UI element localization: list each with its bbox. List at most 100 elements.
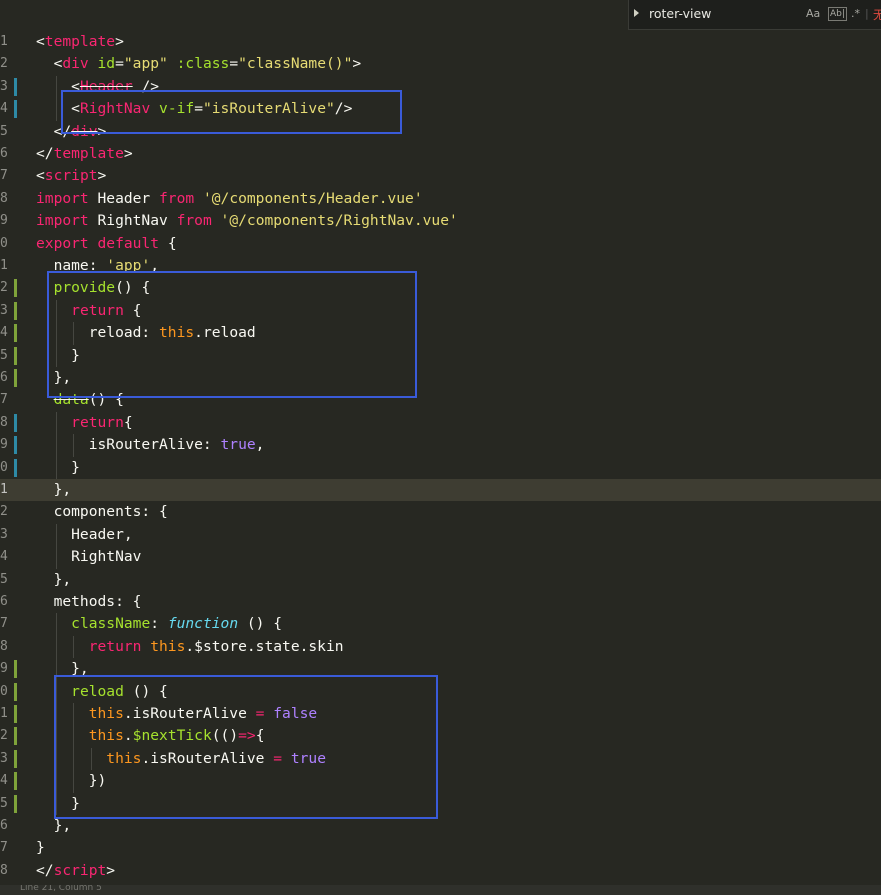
line-number: 0 — [0, 459, 8, 475]
find-separator: | — [865, 7, 869, 20]
highlight-box-reload — [54, 675, 438, 819]
code-line[interactable]: 2 <div id="app" :class="className()"> — [0, 53, 881, 75]
code-token: isRouterAlive: — [36, 436, 221, 454]
code-line[interactable]: 0 export default { — [0, 233, 881, 255]
code-text: </script> — [36, 860, 115, 882]
find-bar: roter-view Aa Ab| .* | — [628, 0, 881, 30]
code-token: import — [36, 212, 89, 230]
code-token: template — [44, 33, 116, 50]
code-line[interactable]: 0 } — [0, 456, 881, 479]
status-text: Line 21, Column 5 — [20, 885, 102, 893]
code-text: } — [36, 837, 45, 859]
line-number: 3 — [0, 750, 8, 766]
code-text: import RightNav from '@/components/Right… — [36, 210, 458, 232]
line-number: 5 — [0, 795, 8, 811]
git-change-marker — [14, 794, 17, 813]
code-editor[interactable]: 1 <template> 2 <div id="app" :class="class… — [0, 0, 881, 895]
code-line[interactable]: 7} — [0, 837, 881, 859]
code-line[interactable]: 1 <template> — [0, 31, 881, 53]
code-token: from — [159, 189, 195, 207]
code-text: components: { — [36, 501, 168, 523]
code-token: RightNav — [36, 548, 142, 566]
line-number: 9 — [0, 437, 8, 453]
line-number: 8 — [0, 638, 8, 654]
git-change-marker — [14, 77, 17, 96]
line-number: 8 — [0, 862, 8, 878]
code-token: "className()" — [238, 55, 353, 73]
whole-word-toggle[interactable]: Ab| — [828, 7, 847, 21]
git-change-marker — [14, 727, 17, 746]
code-token: components: { — [36, 503, 168, 521]
code-line[interactable]: 9 isRouterAlive: true, — [0, 434, 881, 457]
case-sensitive-toggle[interactable]: Aa — [806, 6, 820, 22]
line-number: 8 — [0, 190, 8, 206]
line-number: 2 — [0, 504, 8, 520]
regex-toggle[interactable]: .* — [851, 6, 860, 22]
code-line[interactable]: 6 methods: { — [0, 591, 881, 613]
code-line[interactable]: 2 components: { — [0, 501, 881, 523]
code-token: Header, — [36, 525, 133, 543]
expand-arrow-icon[interactable] — [634, 9, 639, 17]
code-text: <template> — [36, 31, 124, 53]
code-token: default — [97, 234, 160, 252]
code-token: '@/components/RightNav.vue' — [220, 212, 458, 230]
code-token: className — [71, 615, 151, 633]
code-token: this — [150, 637, 186, 655]
code-text: import Header from '@/components/Header.… — [36, 188, 423, 210]
code-token: : — [150, 615, 168, 633]
line-number: 6 — [0, 818, 8, 833]
code-token: .$store.state.skin — [185, 637, 344, 655]
code-token: import — [36, 189, 89, 207]
code-line[interactable]: 7 <script> — [0, 165, 881, 187]
code-text: <script> — [36, 165, 106, 187]
code-line[interactable]: 8 return this.$store.state.skin — [0, 635, 881, 659]
code-line[interactable]: 1 }, — [0, 479, 881, 502]
code-token: < — [36, 55, 63, 73]
find-input[interactable]: roter-view — [649, 2, 809, 26]
code-token: return — [88, 637, 142, 655]
line-number: 6 — [0, 146, 8, 161]
code-token: '@/components/Header.vue' — [202, 189, 423, 207]
code-line[interactable]: 5 }, — [0, 569, 881, 591]
line-number: 7 — [0, 392, 8, 408]
git-change-marker — [14, 458, 17, 477]
clipped-panel-text: 无 — [873, 8, 881, 22]
code-token: id — [97, 55, 116, 73]
line-number: 1 — [0, 258, 8, 273]
line-number: 5 — [0, 347, 8, 363]
code-token: </ — [36, 861, 54, 879]
code-line[interactable]: 8 return{ — [0, 411, 881, 435]
code-line[interactable]: 7 className: function () { — [0, 613, 881, 636]
code-text: return this.$store.state.skin — [36, 636, 344, 658]
code-text: export default { — [36, 233, 177, 255]
line-number: 3 — [0, 78, 8, 94]
git-change-marker — [14, 279, 17, 298]
line-number: 7 — [0, 616, 8, 632]
code-line[interactable]: 9 import RightNav from '@/components/Righ… — [0, 210, 881, 232]
code-text: } — [36, 457, 80, 479]
code-token: > — [97, 167, 107, 185]
code-line[interactable]: 4 RightNav — [0, 546, 881, 569]
line-number: 0 — [0, 683, 8, 699]
code-token: = — [115, 55, 124, 73]
code-line[interactable]: 6 </template> — [0, 143, 881, 165]
code-text: RightNav — [36, 546, 141, 568]
code-token: , — [255, 436, 265, 454]
git-change-marker — [14, 413, 17, 432]
code-text: isRouterAlive: true, — [36, 434, 265, 456]
line-number: 9 — [0, 213, 8, 229]
code-line[interactable]: 8 </script> — [0, 860, 881, 882]
code-line[interactable]: 8 import Header from '@/components/Header… — [0, 188, 881, 210]
code-token: div — [62, 55, 89, 73]
code-token: } — [36, 458, 80, 476]
code-token: }, — [36, 481, 72, 498]
code-text: Header, — [36, 524, 133, 546]
code-line[interactable]: 3 Header, — [0, 523, 881, 547]
